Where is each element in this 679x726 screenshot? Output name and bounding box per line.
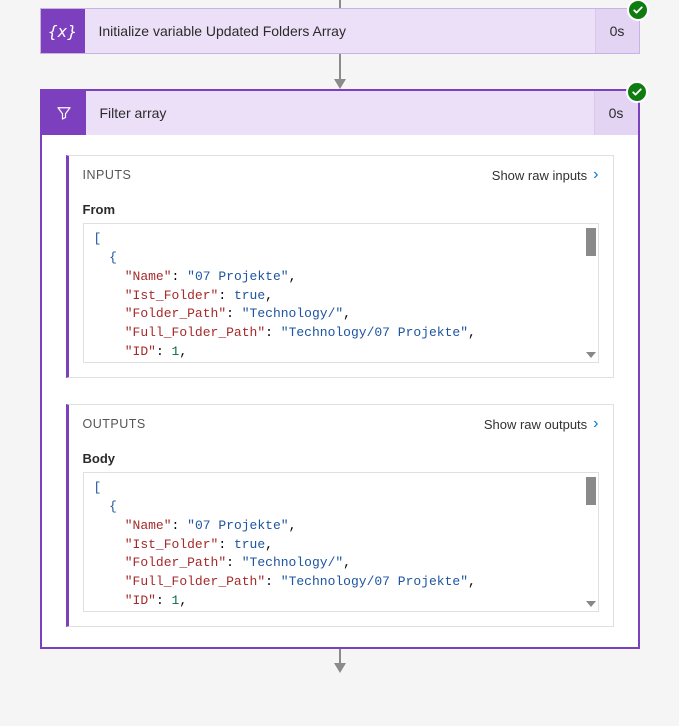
step-filter-array[interactable]: Filter array 0s INPUTS Show raw inputs ›…: [40, 89, 640, 649]
body-label: Body: [83, 451, 599, 466]
inputs-section: INPUTS Show raw inputs › From [ { "Name"…: [66, 155, 614, 378]
connector-stub: [339, 0, 341, 8]
step-title: Initialize variable Updated Folders Arra…: [85, 23, 595, 39]
success-badge-icon: [627, 0, 649, 21]
outputs-label: OUTPUTS: [83, 417, 146, 431]
body-json-value[interactable]: [ { "Name": "07 Projekte", "Ist_Folder":…: [83, 472, 599, 612]
show-raw-inputs-link[interactable]: Show raw inputs ›: [492, 166, 599, 184]
show-raw-outputs-link[interactable]: Show raw outputs ›: [484, 415, 599, 433]
step-title: Filter array: [86, 105, 594, 121]
filter-icon: [42, 91, 86, 135]
chevron-right-icon: ›: [593, 166, 598, 184]
outputs-section: OUTPUTS Show raw outputs › Body [ { "Nam…: [66, 404, 614, 627]
from-json-value[interactable]: [ { "Name": "07 Projekte", "Ist_Folder":…: [83, 223, 599, 363]
step-body: INPUTS Show raw inputs › From [ { "Name"…: [42, 135, 638, 647]
scrollbar[interactable]: [586, 477, 596, 607]
step-initialize-variable[interactable]: {x} Initialize variable Updated Folders …: [40, 8, 640, 54]
from-label: From: [83, 202, 599, 217]
scrollbar[interactable]: [586, 228, 596, 358]
flow-arrow: [334, 54, 346, 89]
flow-arrow: [334, 649, 346, 673]
chevron-right-icon: ›: [593, 415, 598, 433]
variable-icon: {x}: [41, 9, 85, 53]
inputs-label: INPUTS: [83, 168, 132, 182]
success-badge-icon: [626, 81, 648, 103]
